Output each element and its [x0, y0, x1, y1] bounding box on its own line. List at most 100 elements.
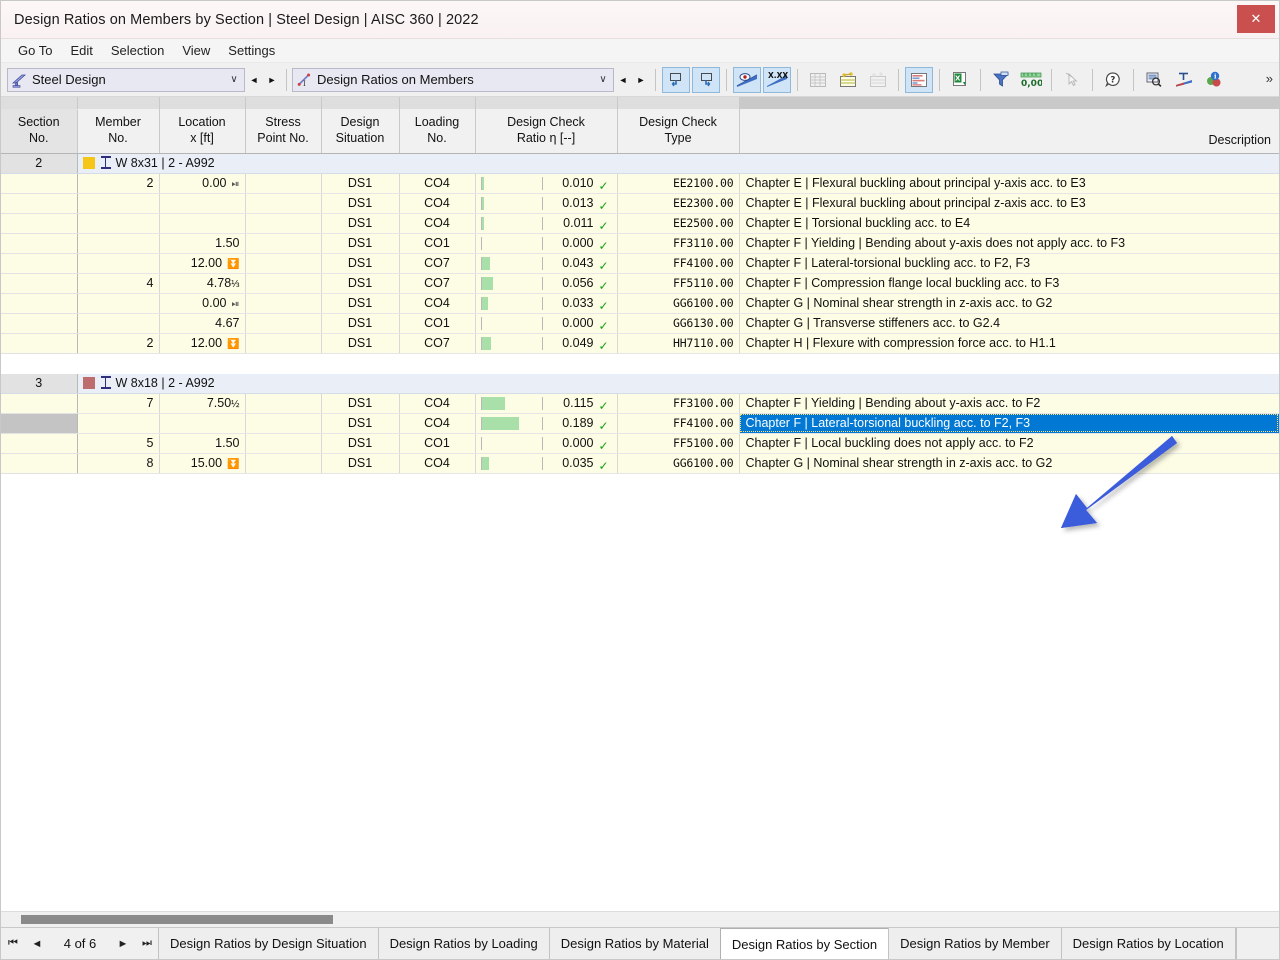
location-start-marker: ⏯: [231, 179, 240, 190]
tab-design-ratios-by-member[interactable]: Design Ratios by Member: [888, 928, 1062, 959]
table-row[interactable]: 2 0.00 ⏯ DS1 CO4 0.010 ✓ EE2100.00 Chapter E | F…: [1, 173, 1279, 194]
table-row[interactable]: DS1 CO4 0.011 ✓ EE2500.00 Chapter E | Torsion…: [1, 213, 1279, 234]
module-next-button[interactable]: ►: [263, 68, 281, 92]
table-highlight-row-icon[interactable]: [834, 67, 862, 93]
table-row[interactable]: 8 15.00 ⏬ DS1 CO4 0.035 ✓ GG6100.00 Chapter G | …: [1, 453, 1279, 474]
table-row[interactable]: 5 1.50 DS1 CO1 0.000 ✓ FF5100.00 Chapter F | Lo…: [1, 433, 1279, 454]
select-in-graphic-icon[interactable]: [662, 66, 690, 93]
help-icon[interactable]: ?: [1099, 67, 1127, 93]
cell-design-check-ratio: 0.056 ✓: [475, 273, 618, 294]
column-header-design-situation[interactable]: Design Situation: [321, 109, 400, 154]
menu-item-selection[interactable]: Selection: [102, 41, 173, 60]
result-diagram-icon[interactable]: [905, 66, 933, 93]
export-excel-icon[interactable]: X: [946, 67, 974, 93]
table-row[interactable]: 0.00 ⏯ DS1 CO4 0.033 ✓ GG6100.00 Chapter G | No…: [1, 293, 1279, 314]
cell-design-situation: DS1: [321, 293, 400, 314]
section-group-row[interactable]: 3 W 8x18 | 2 - A992: [1, 373, 1279, 394]
cell-design-situation: DS1: [321, 333, 400, 354]
first-page-button[interactable]: ⏮: [1, 928, 25, 959]
cell-design-situation: DS1: [321, 313, 400, 334]
report-window: Design Ratios on Members by Section | St…: [0, 0, 1280, 960]
strip-cell: [475, 97, 618, 109]
row-header-section-no[interactable]: 2: [1, 153, 78, 174]
units-icon[interactable]: [1170, 67, 1198, 93]
row-header-cell[interactable]: [1, 213, 78, 234]
table-grid-icon[interactable]: [804, 67, 832, 93]
filter-icon[interactable]: [987, 67, 1015, 93]
row-header-cell[interactable]: [1, 173, 78, 194]
table-row[interactable]: 12.00 ⏬ DS1 CO7 0.043 ✓ FF4100.00 Chapter F | L…: [1, 253, 1279, 274]
cell-loading-no: CO4: [399, 393, 476, 414]
column-header-location[interactable]: Location x [ft]: [159, 109, 246, 154]
info-colors-icon[interactable]: i: [1200, 67, 1228, 93]
column-header-stress-point-no[interactable]: Stress Point No.: [245, 109, 322, 154]
scrollbar-track[interactable]: [21, 913, 1261, 926]
table-prev-button[interactable]: ◄: [614, 68, 632, 92]
column-header-section-no[interactable]: Section No.: [1, 109, 78, 154]
table-combobox[interactable]: I Design Ratios on Members ∨: [292, 67, 614, 92]
row-header-cell[interactable]: [1, 273, 78, 294]
cell-stress-point-no: [245, 193, 322, 214]
module-combobox[interactable]: Steel Design ∨: [7, 67, 245, 92]
menu-item-go-to[interactable]: Go To: [9, 41, 61, 60]
close-button[interactable]: ✕: [1237, 5, 1275, 33]
row-header-cell[interactable]: [1, 293, 78, 314]
cell-loading-no: CO7: [399, 333, 476, 354]
tab-design-ratios-by-location[interactable]: Design Ratios by Location: [1060, 928, 1236, 959]
decimal-places-icon[interactable]: 0,00: [1017, 67, 1045, 93]
table-row[interactable]: 2 12.00 ⏬ DS1 CO7 0.049 ✓ HH7110.00 Chapter H | …: [1, 333, 1279, 354]
table-header: Section No. Member No. Location x [ft] S…: [1, 97, 1279, 154]
table-row[interactable]: 1.50 DS1 CO1 0.000 ✓ FF3110.00 Chapter F | Yie…: [1, 233, 1279, 254]
column-header-design-check-type[interactable]: Design Check Type: [617, 109, 740, 154]
chevron-down-icon[interactable]: ∨: [224, 74, 244, 85]
column-header-design-check-ratio[interactable]: Design Check Ratio η [--]: [475, 109, 618, 154]
check-passed-icon: ✓: [598, 199, 609, 213]
menu-item-settings[interactable]: Settings: [219, 41, 284, 60]
row-header-cell[interactable]: [1, 193, 78, 214]
table-next-button[interactable]: ►: [632, 68, 650, 92]
table-plain-icon[interactable]: [864, 67, 892, 93]
row-header-cell[interactable]: [1, 413, 78, 434]
prev-page-button[interactable]: ◄: [25, 928, 49, 959]
tab-design-ratios-by-section[interactable]: Design Ratios by Section: [719, 928, 890, 959]
table-row[interactable]: 4.67 DS1 CO1 0.000 ✓ GG6130.00 Chapter G | Tra…: [1, 313, 1279, 334]
next-page-button[interactable]: ►: [111, 928, 135, 959]
column-header-loading-no[interactable]: Loading No.: [399, 109, 476, 154]
table-row[interactable]: DS1 CO4 0.189 ✓ FF4100.00 Chapter F | Lateral…: [1, 413, 1279, 434]
table-row[interactable]: 7 7.50½ DS1 CO4 0.115 ✓ FF3100.00 Chapter F | Y…: [1, 393, 1279, 414]
row-header-cell[interactable]: [1, 453, 78, 474]
column-header-description[interactable]: Description: [739, 109, 1279, 154]
check-passed-icon: ✓: [598, 219, 609, 233]
row-header-cell[interactable]: [1, 233, 78, 254]
chevron-down-icon[interactable]: ∨: [593, 74, 613, 85]
select-in-table-icon[interactable]: [692, 66, 720, 93]
column-header-member-no[interactable]: Member No.: [77, 109, 160, 154]
toolbar-separator: [1092, 68, 1093, 91]
tab-design-ratios-by-material[interactable]: Design Ratios by Material: [548, 928, 721, 959]
last-page-button[interactable]: ⏭: [135, 928, 159, 959]
scrollbar-thumb[interactable]: [21, 914, 333, 924]
row-header-cell[interactable]: [1, 333, 78, 354]
pointer-disabled-icon: [1058, 67, 1086, 93]
row-header-cell[interactable]: [1, 253, 78, 274]
menu-item-edit[interactable]: Edit: [61, 41, 101, 60]
row-header-cell[interactable]: [1, 433, 78, 454]
menu-item-view[interactable]: View: [173, 41, 219, 60]
tab-design-ratios-by-design-situation[interactable]: Design Ratios by Design Situation: [158, 928, 379, 959]
tab-design-ratios-by-loading[interactable]: Design Ratios by Loading: [377, 928, 550, 959]
show-results-eye-icon[interactable]: [733, 66, 761, 93]
row-header-cell[interactable]: [1, 393, 78, 414]
module-prev-button[interactable]: ◄: [245, 68, 263, 92]
toolbar-overflow-button[interactable]: »: [1266, 71, 1273, 86]
row-header-section-no[interactable]: 3: [1, 373, 78, 394]
section-group-row[interactable]: 2 W 8x31 | 2 - A992: [1, 153, 1279, 174]
cell-design-check-ratio: 0.000 ✓: [475, 433, 618, 454]
table-row[interactable]: 4 4.78⅓ DS1 CO7 0.056 ✓ FF5110.00 Chapter F | C…: [1, 273, 1279, 294]
results-table-container[interactable]: Section No. Member No. Location x [ft] S…: [1, 97, 1279, 911]
find-icon[interactable]: [1140, 67, 1168, 93]
show-values-icon[interactable]: X.XX: [763, 66, 791, 93]
table-row[interactable]: DS1 CO4 0.013 ✓ EE2300.00 Chapter E | Flexura…: [1, 193, 1279, 214]
row-header-cell[interactable]: [1, 313, 78, 334]
cell-description: Chapter F | Lateral-torsional buckling a…: [739, 253, 1279, 274]
horizontal-scrollbar[interactable]: [1, 911, 1279, 927]
